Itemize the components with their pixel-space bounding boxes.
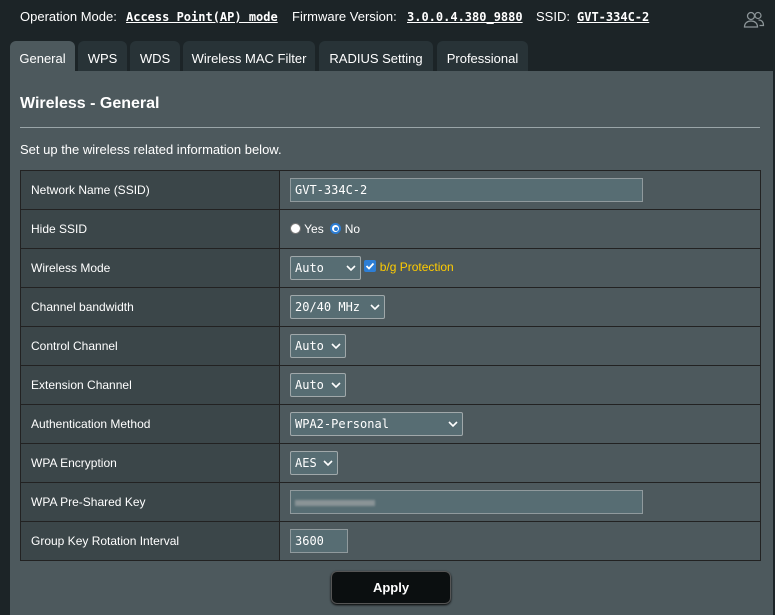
bg-protection-checkbox[interactable] (364, 260, 377, 273)
title-divider (20, 127, 760, 128)
apply-button[interactable]: Apply (331, 571, 451, 604)
chevron-down-icon (331, 381, 341, 388)
channel-bandwidth-value: 20/40 MHz (295, 300, 361, 314)
control-channel-value: Auto (295, 339, 324, 353)
row-channel-bandwidth: Channel bandwidth 20/40 MHz (20, 287, 761, 327)
ssid-input[interactable]: GVT-334C-2 (290, 178, 643, 202)
ssid-link[interactable]: GVT-334C-2 (577, 0, 649, 34)
control-channel-label: Control Channel (20, 326, 280, 366)
page-description: Set up the wireless related information … (20, 142, 282, 157)
tab-general[interactable]: General (10, 41, 75, 71)
auth-method-value: WPA2-Personal (295, 417, 389, 431)
settings-table: Network Name (SSID) GVT-334C-2 Hide SSID… (20, 170, 761, 561)
chevron-down-icon (448, 420, 458, 427)
wireless-mode-label: Wireless Mode (20, 248, 280, 288)
auth-method-select[interactable]: WPA2-Personal (290, 412, 463, 436)
main-panel: Wireless - General Set up the wireless r… (10, 71, 773, 615)
channel-bandwidth-select[interactable]: 20/40 MHz (290, 295, 385, 319)
wireless-mode-value: Auto (295, 261, 324, 275)
operation-mode-label: Operation Mode: (20, 9, 117, 24)
wpa-psk-label: WPA Pre-Shared Key (20, 482, 280, 522)
group-key-label: Group Key Rotation Interval (20, 521, 280, 561)
control-channel-select[interactable]: Auto (290, 334, 346, 358)
chevron-down-icon (346, 264, 356, 271)
users-icon[interactable] (743, 8, 765, 28)
hide-ssid-label: Hide SSID (20, 209, 280, 249)
wpa-encryption-value: AES (295, 456, 317, 470)
hide-ssid-no-label[interactable]: No (345, 222, 360, 236)
bg-protection-label: b/g Protection (379, 260, 454, 275)
extension-channel-select[interactable]: Auto (290, 373, 346, 397)
hide-ssid-no-radio[interactable] (330, 223, 342, 234)
wpa-encryption-select[interactable]: AES (290, 451, 338, 475)
row-wpa-encryption: WPA Encryption AES (20, 443, 761, 483)
tab-wds[interactable]: WDS (130, 41, 180, 71)
extension-channel-value: Auto (295, 378, 324, 392)
row-wpa-psk: WPA Pre-Shared Key (20, 482, 761, 522)
tab-wps[interactable]: WPS (78, 41, 127, 71)
extension-channel-label: Extension Channel (20, 365, 280, 405)
ssid-label: Network Name (SSID) (20, 170, 280, 210)
tab-wireless-mac-filter[interactable]: Wireless MAC Filter (183, 41, 315, 71)
row-extension-channel: Extension Channel Auto (20, 365, 761, 405)
wireless-mode-select[interactable]: Auto (290, 256, 361, 280)
channel-bandwidth-label: Channel bandwidth (20, 287, 280, 327)
operation-mode-link[interactable]: Access Point(AP) mode (126, 0, 278, 34)
group-key-input[interactable]: 3600 (290, 529, 348, 553)
chevron-down-icon (370, 303, 380, 310)
hide-ssid-yes-label[interactable]: Yes (304, 222, 324, 236)
row-auth-method: Authentication Method WPA2-Personal (20, 404, 761, 444)
wpa-encryption-label: WPA Encryption (20, 443, 280, 483)
tab-radius-setting[interactable]: RADIUS Setting (319, 41, 433, 71)
masked-key (295, 500, 375, 506)
page-title: Wireless - General (20, 95, 160, 112)
auth-method-label: Authentication Method (20, 404, 280, 444)
firmware-label: Firmware Version: (292, 9, 397, 24)
row-hide-ssid: Hide SSID Yes No (20, 209, 761, 249)
hide-ssid-yes-radio[interactable] (290, 223, 301, 234)
top-status-bar: Operation Mode: Access Point(AP) mode Fi… (0, 0, 775, 34)
ssid-label: SSID: (536, 9, 570, 24)
chevron-down-icon (323, 459, 333, 466)
chevron-down-icon (331, 342, 341, 349)
row-wireless-mode: Wireless Mode Auto b/g Protection (20, 248, 761, 288)
tab-professional[interactable]: Professional (437, 41, 528, 71)
row-ssid: Network Name (SSID) GVT-334C-2 (20, 170, 761, 210)
wpa-psk-input[interactable] (290, 490, 643, 514)
row-group-key: Group Key Rotation Interval 3600 (20, 521, 761, 561)
firmware-link[interactable]: 3.0.0.4.380_9880 (407, 0, 523, 34)
row-control-channel: Control Channel Auto (20, 326, 761, 366)
